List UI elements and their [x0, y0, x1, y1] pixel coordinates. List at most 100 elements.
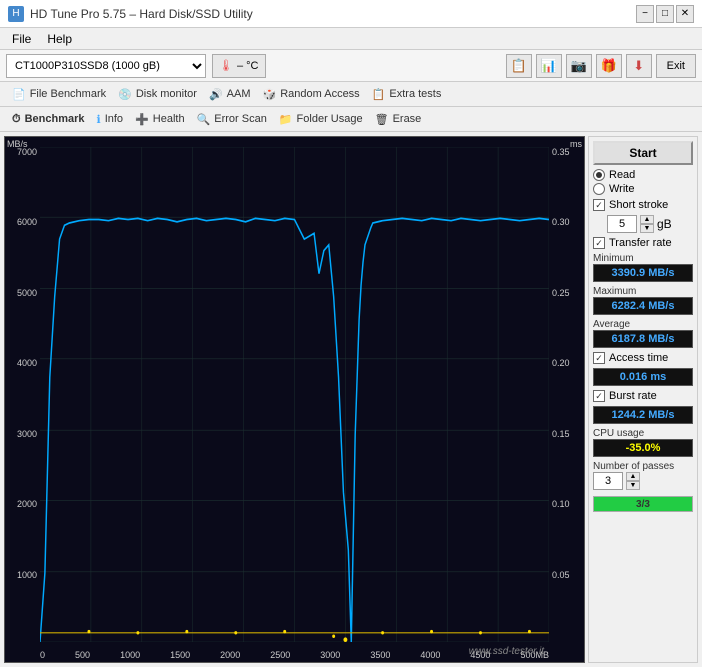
- folder-usage-icon: 📁: [279, 113, 293, 126]
- transfer-rate-checkbox[interactable]: ✓: [593, 237, 605, 249]
- gift-icon-btn[interactable]: 🎁: [596, 54, 622, 78]
- short-stroke-down[interactable]: ▼: [640, 224, 654, 233]
- burst-rate-checkbox[interactable]: ✓: [593, 390, 605, 402]
- minimum-section: Minimum 3390.9 MB/s: [593, 253, 693, 282]
- extra-tests-icon: 📋: [372, 88, 386, 101]
- tab-file-benchmark[interactable]: 📄 File Benchmark: [6, 85, 112, 103]
- app-icon: H: [8, 6, 24, 22]
- transfer-rate-checkbox-row[interactable]: ✓ Transfer rate: [593, 237, 693, 249]
- tab-error-scan[interactable]: 🔍 Error Scan: [191, 110, 273, 128]
- y-right-030: 0.30: [549, 217, 584, 227]
- tab-disk-monitor[interactable]: 💿 Disk monitor: [112, 85, 203, 103]
- radio-write-circle: [593, 183, 605, 195]
- chart-icon-btn[interactable]: 📊: [536, 54, 562, 78]
- x-4000: 4000: [420, 650, 440, 660]
- tab-aam[interactable]: 🔊 AAM: [203, 85, 257, 103]
- average-label: Average: [593, 319, 693, 330]
- passes-section: Number of passes 3 ▲ ▼: [593, 461, 693, 490]
- tab-erase[interactable]: 🗑 Erase: [369, 110, 428, 128]
- temp-display: 🌡 – °C: [212, 54, 266, 78]
- y-right-020: 0.20: [549, 358, 584, 368]
- passes-up[interactable]: ▲: [626, 472, 640, 481]
- x-500: 500: [75, 650, 90, 660]
- stroke-row: 5 ▲ ▼ gB: [607, 215, 693, 233]
- access-time-label: Access time: [609, 352, 668, 364]
- y-axis-right: 0.35 0.30 0.25 0.20 0.15 0.10 0.05: [549, 147, 584, 640]
- tab-random-access[interactable]: 🎲 Random Access: [257, 85, 366, 103]
- passes-down[interactable]: ▼: [626, 481, 640, 490]
- x-3500: 3500: [370, 650, 390, 660]
- minimum-value: 3390.9 MB/s: [593, 264, 693, 282]
- tab-benchmark[interactable]: ⏱ Benchmark: [6, 110, 91, 128]
- menu-bar: File Help: [0, 28, 702, 50]
- y-right-005: 0.05: [549, 570, 584, 580]
- short-stroke-checkbox-row[interactable]: ✓ Short stroke: [593, 199, 693, 211]
- erase-icon: 🗑: [375, 113, 389, 126]
- camera-icon-btn[interactable]: 📷: [566, 54, 592, 78]
- minimum-label: Minimum: [593, 253, 693, 264]
- passes-label: Number of passes: [593, 461, 693, 472]
- maximum-value: 6282.4 MB/s: [593, 297, 693, 315]
- menu-help[interactable]: Help: [39, 30, 80, 48]
- title-bar-left: H HD Tune Pro 5.75 – Hard Disk/SSD Utili…: [8, 6, 253, 22]
- tab-extra-tests[interactable]: 📋 Extra tests: [366, 85, 448, 103]
- tab-folder-usage[interactable]: 📁 Folder Usage: [273, 110, 369, 128]
- window-controls: − □ ✕: [636, 5, 694, 23]
- cpu-usage-label: CPU usage: [593, 428, 693, 439]
- transfer-rate-label: Transfer rate: [609, 237, 672, 249]
- tab-health[interactable]: ➕ Health: [129, 110, 191, 128]
- y-left-6000: 6000: [5, 217, 40, 227]
- title-bar: H HD Tune Pro 5.75 – Hard Disk/SSD Utili…: [0, 0, 702, 28]
- short-stroke-up[interactable]: ▲: [640, 215, 654, 224]
- right-panel: Start Read Write ✓ Short stroke 5 ▲ ▼ gB: [588, 136, 698, 663]
- access-time-checkbox-row[interactable]: ✓ Access time: [593, 352, 693, 364]
- cpu-usage-value: -35.0%: [593, 439, 693, 457]
- close-button[interactable]: ✕: [676, 5, 694, 23]
- short-stroke-unit: gB: [657, 217, 672, 231]
- random-access-icon: 🎲: [263, 88, 277, 101]
- radio-write-label: Write: [609, 183, 634, 195]
- average-section: Average 6187.8 MB/s: [593, 319, 693, 348]
- short-stroke-label: Short stroke: [609, 199, 668, 211]
- exit-button[interactable]: Exit: [656, 54, 696, 78]
- file-benchmark-icon: 📄: [12, 88, 26, 101]
- aam-icon: 🔊: [209, 88, 223, 101]
- radio-read[interactable]: Read: [593, 169, 693, 181]
- thermometer-icon: 🌡: [219, 59, 233, 72]
- drive-selector[interactable]: CT1000P310SSD8 (1000 gB): [6, 54, 206, 78]
- tab-row-bottom: ⏱ Benchmark ℹ Info ➕ Health 🔍 Error Scan…: [0, 107, 702, 132]
- x-1000: 1000: [120, 650, 140, 660]
- burst-rate-label: Burst rate: [609, 390, 657, 402]
- y-left-5000: 5000: [5, 288, 40, 298]
- radio-read-circle: [593, 169, 605, 181]
- y-right-025: 0.25: [549, 288, 584, 298]
- short-stroke-checkbox[interactable]: ✓: [593, 199, 605, 211]
- start-button[interactable]: Start: [593, 141, 693, 165]
- x-3000: 3000: [320, 650, 340, 660]
- maximum-section: Maximum 6282.4 MB/s: [593, 286, 693, 315]
- burst-rate-checkbox-row[interactable]: ✓ Burst rate: [593, 390, 693, 402]
- menu-file[interactable]: File: [4, 30, 39, 48]
- benchmark-icon: ⏱: [12, 113, 21, 126]
- tab-info[interactable]: ℹ Info: [91, 110, 130, 128]
- y-left-7000: 7000: [5, 147, 40, 157]
- radio-read-dot: [596, 172, 602, 178]
- minimize-button[interactable]: −: [636, 5, 654, 23]
- radio-write[interactable]: Write: [593, 183, 693, 195]
- passes-spinner: ▲ ▼: [626, 472, 640, 490]
- info-icon: ℹ: [97, 113, 101, 126]
- x-2000: 2000: [220, 650, 240, 660]
- x-1500: 1500: [170, 650, 190, 660]
- y-axis-left: 7000 6000 5000 4000 3000 2000 1000: [5, 147, 40, 640]
- y-right-035: 0.35: [549, 147, 584, 157]
- average-value: 6187.8 MB/s: [593, 330, 693, 348]
- maximize-button[interactable]: □: [656, 5, 674, 23]
- access-time-checkbox[interactable]: ✓: [593, 352, 605, 364]
- passes-input[interactable]: 3: [593, 472, 623, 490]
- read-write-group: Read Write: [593, 169, 693, 195]
- access-time-value: 0.016 ms: [593, 368, 693, 386]
- chart-container: MB/s ms: [4, 136, 585, 663]
- short-stroke-input[interactable]: 5: [607, 215, 637, 233]
- download-icon-btn[interactable]: ⬇: [626, 54, 652, 78]
- copy-icon-btn[interactable]: 📋: [506, 54, 532, 78]
